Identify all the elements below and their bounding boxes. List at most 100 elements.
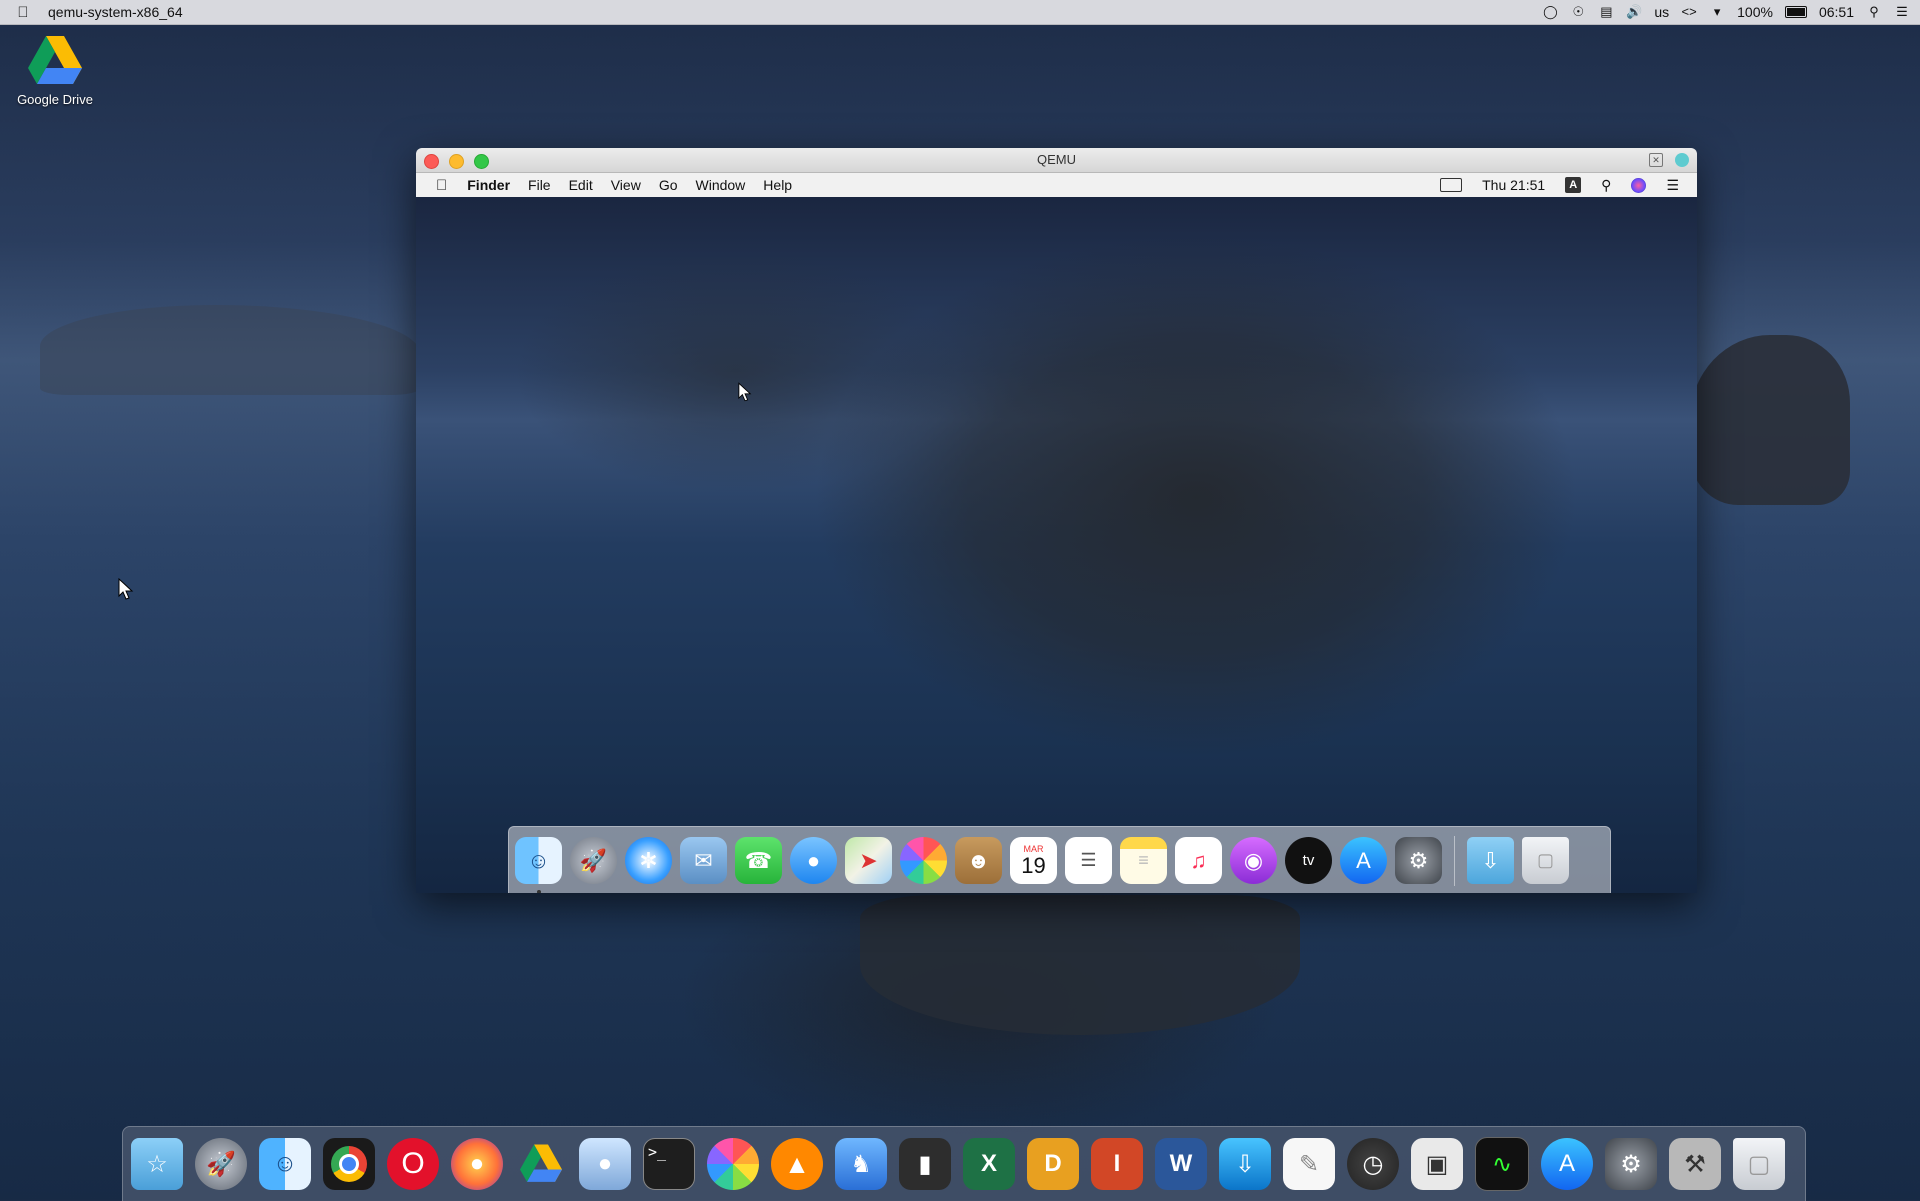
terminal-icon[interactable]: >_	[643, 1138, 695, 1190]
excel-icon[interactable]: X	[963, 1138, 1015, 1190]
chrome-icon[interactable]	[323, 1138, 375, 1190]
menu-window[interactable]: Window	[696, 177, 746, 193]
launchpad-icon[interactable]: 🚀	[570, 837, 617, 884]
facetime-icon[interactable]: ☎	[735, 837, 782, 884]
ungrab-icon[interactable]: ✕	[1649, 153, 1663, 167]
guest-apple-menu-icon[interactable]: 	[436, 177, 447, 194]
notification-center-icon[interactable]: ☰	[1894, 5, 1910, 19]
terminal-prompt: >_	[648, 1143, 667, 1161]
downloader-icon[interactable]: ⇩	[1219, 1138, 1271, 1190]
running-indicator	[536, 890, 541, 893]
word-label: W	[1169, 1150, 1193, 1177]
preview-icon[interactable]: ●	[579, 1138, 631, 1190]
wifi-icon[interactable]: ▾	[1709, 5, 1725, 19]
document-icon[interactable]: ▮	[899, 1138, 951, 1190]
volume-icon[interactable]: 🔊	[1626, 5, 1642, 19]
music-icon[interactable]: ♫	[1175, 837, 1222, 884]
fullscreen-toggle-icon[interactable]	[1675, 153, 1689, 167]
input-source-icon[interactable]: A	[1565, 177, 1582, 193]
host-dock: ☆ 🚀 ☺ O ● ● >_ ▲ ♞ ▮ X D I W ⇩ ✎ ◷ ▣ ∿ A…	[122, 1126, 1806, 1201]
menu-view[interactable]: View	[611, 177, 641, 193]
sync-icon[interactable]: ☉	[1570, 5, 1586, 19]
menu-file[interactable]: File	[528, 177, 551, 193]
guest-dock: ☺ 🚀 ✲ ✉ ☎ ● ➤ ☻ MAR 19 ☰ ≡ ♫ ◉ tv A ⚙ ⇩ …	[508, 826, 1611, 893]
powerpoint-icon[interactable]: I	[1091, 1138, 1143, 1190]
apple-menu-icon[interactable]: 	[8, 4, 38, 21]
finder-icon[interactable]: ☺	[515, 837, 562, 893]
display-icon[interactable]	[1440, 178, 1463, 192]
google-drive-icon[interactable]	[515, 1138, 567, 1190]
qemu-title-bar[interactable]: QEMU ✕	[416, 148, 1697, 173]
spotlight-icon[interactable]: ⚲	[1866, 5, 1882, 19]
vlc-icon[interactable]: ▲	[771, 1138, 823, 1190]
desktop-item-label: Google Drive	[17, 92, 93, 107]
app-store-icon[interactable]: A	[1541, 1138, 1593, 1190]
favorites-folder-icon[interactable]: ☆	[131, 1138, 183, 1190]
code-brackets-icon[interactable]: <>	[1681, 5, 1697, 19]
wallpaper-island-right	[1690, 335, 1850, 505]
app-store-icon[interactable]: A	[1340, 837, 1387, 884]
host-status-area: ◯ ☉ ▤ 🔊 us <> ▾ 100% 06:51 ⚲ ☰	[1542, 4, 1910, 20]
calendar-icon[interactable]: MAR 19	[1010, 837, 1057, 884]
time-machine-icon[interactable]: ◷	[1347, 1138, 1399, 1190]
accessibility-icon[interactable]: ◯	[1542, 5, 1558, 19]
wallpaper-island-bottom	[860, 895, 1300, 1035]
guest-app-name[interactable]: Finder	[467, 177, 510, 193]
downloads-folder-icon[interactable]: ⇩	[1467, 837, 1514, 884]
siri-icon[interactable]	[1631, 177, 1647, 193]
photos-icon[interactable]	[707, 1138, 759, 1190]
menu-edit[interactable]: Edit	[569, 177, 593, 193]
host-app-name[interactable]: qemu-system-x86_64	[48, 4, 183, 20]
calendar-day: 19	[1021, 852, 1046, 878]
dictionary-label: D	[1044, 1150, 1062, 1177]
guest-clock[interactable]: Thu 21:51	[1482, 177, 1545, 193]
google-drive-icon	[26, 34, 84, 88]
messages-icon[interactable]: ●	[790, 837, 837, 884]
activity-monitor-icon[interactable]: ∿	[1475, 1137, 1529, 1191]
guest-desktop[interactable]: ☺ 🚀 ✲ ✉ ☎ ● ➤ ☻ MAR 19 ☰ ≡ ♫ ◉ tv A ⚙ ⇩ …	[416, 197, 1697, 893]
guest-notification-center-icon[interactable]: ☰	[1666, 177, 1679, 194]
calendar-month: MAR	[1023, 843, 1044, 854]
apple-tv-icon[interactable]: tv	[1285, 837, 1332, 884]
launchpad-icon[interactable]: 🚀	[195, 1138, 247, 1190]
menu-go[interactable]: Go	[659, 177, 678, 193]
trash-icon[interactable]: ▢	[1733, 1138, 1785, 1190]
maps-icon[interactable]: ➤	[845, 837, 892, 884]
powerpoint-label: I	[1113, 1150, 1121, 1177]
notes-icon[interactable]: ≡	[1120, 837, 1167, 884]
desktop-item-google-drive[interactable]: Google Drive	[12, 34, 98, 107]
guest-spotlight-icon[interactable]: ⚲	[1601, 177, 1611, 194]
menu-help[interactable]: Help	[763, 177, 792, 193]
screenshot-icon[interactable]: ▣	[1411, 1138, 1463, 1190]
keyboard-input-indicator[interactable]: us	[1654, 4, 1669, 20]
finder-icon[interactable]: ☺	[259, 1138, 311, 1190]
dock-separator	[1454, 835, 1455, 886]
minimize-button[interactable]	[449, 154, 464, 169]
safari-icon[interactable]: ✲	[625, 837, 672, 884]
system-preferences-icon[interactable]: ⚙	[1605, 1138, 1657, 1190]
reminders-icon[interactable]: ☰	[1065, 837, 1112, 884]
migration-assistant-icon[interactable]: ♞	[835, 1138, 887, 1190]
host-clock[interactable]: 06:51	[1819, 4, 1854, 20]
host-menubar:  qemu-system-x86_64 ◯ ☉ ▤ 🔊 us <> ▾ 100…	[0, 0, 1920, 25]
close-button[interactable]	[424, 154, 439, 169]
contacts-icon[interactable]: ☻	[955, 837, 1002, 884]
word-icon[interactable]: W	[1155, 1138, 1207, 1190]
mail-icon[interactable]: ✉	[680, 837, 727, 884]
opera-icon[interactable]: O	[387, 1138, 439, 1190]
trash-icon[interactable]: ▢	[1522, 837, 1569, 884]
wallpaper-island-left	[40, 305, 420, 395]
dictionary-icon[interactable]: D	[1027, 1138, 1079, 1190]
textedit-icon[interactable]: ✎	[1283, 1138, 1335, 1190]
firefox-icon[interactable]: ●	[451, 1138, 503, 1190]
guest-status-area: Thu 21:51 A ⚲ ☰	[1440, 177, 1679, 194]
photos-icon[interactable]	[900, 837, 947, 884]
maximize-button[interactable]	[474, 154, 489, 169]
battery-icon[interactable]	[1784, 6, 1807, 18]
utilities-icon[interactable]: ⚒	[1669, 1138, 1721, 1190]
podcasts-icon[interactable]: ◉	[1230, 837, 1277, 884]
system-preferences-icon[interactable]: ⚙	[1395, 837, 1442, 884]
clipboard-icon[interactable]: ▤	[1598, 5, 1614, 19]
title-right-buttons: ✕	[1649, 153, 1689, 167]
qemu-window[interactable]: QEMU ✕  Finder File Edit View Go Window…	[416, 148, 1697, 893]
